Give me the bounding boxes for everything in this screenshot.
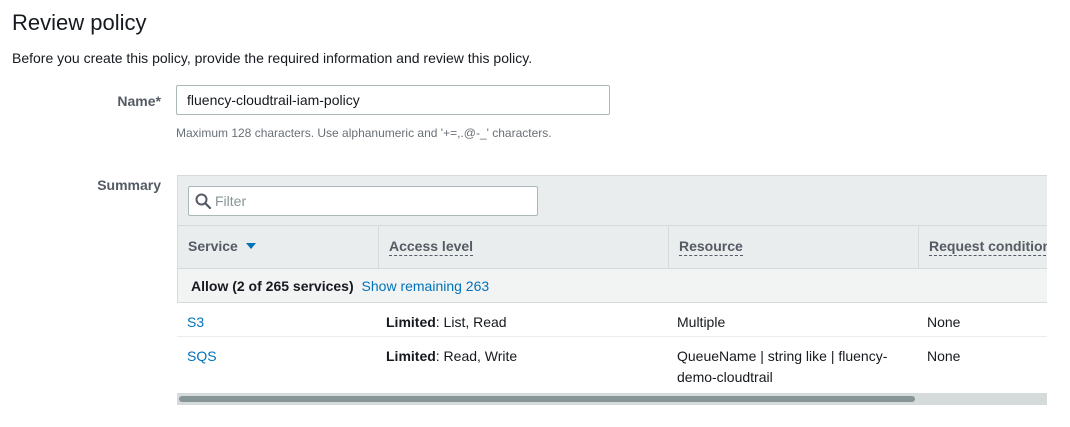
page-title: Review policy (12, 10, 147, 35)
column-label-access-level: Access level (389, 238, 474, 256)
access-level-type: Limited (386, 348, 436, 364)
column-label-service: Service (188, 238, 238, 254)
column-header-access-level[interactable]: Access level (378, 226, 668, 268)
column-header-resource[interactable]: Resource (668, 226, 918, 268)
table-row: S3 Limited: List, Read Multiple None (177, 303, 1047, 337)
table-row: SQS Limited: Read, Write QueueName | str… (177, 337, 1047, 393)
horizontal-scrollbar[interactable] (177, 393, 1047, 405)
service-link-sqs[interactable]: SQS (187, 346, 217, 367)
request-condition-cell: None (927, 348, 961, 364)
filter-input[interactable] (215, 187, 533, 215)
access-level-cell: Limited: List, Read (386, 312, 507, 333)
scrollbar-thumb[interactable] (179, 396, 916, 402)
access-level-cell: Limited: Read, Write (386, 346, 517, 367)
search-icon (195, 193, 211, 209)
allow-group-row: Allow (2 of 265 services) Show remaining… (177, 269, 1047, 303)
resource-cell: QueueName | string like | fluency-demo-c… (677, 348, 888, 385)
table-header: Service Access level Resource Request co… (177, 226, 1047, 269)
access-level-type: Limited (386, 314, 436, 330)
column-header-service[interactable]: Service (178, 226, 378, 268)
filter-box[interactable] (188, 186, 538, 216)
summary-table: Service Access level Resource Request co… (177, 175, 1047, 407)
policy-name-input[interactable] (176, 85, 610, 115)
service-link-s3[interactable]: S3 (187, 312, 204, 333)
summary-label: Summary (97, 177, 161, 193)
column-label-request-condition: Request condition (929, 238, 1047, 256)
allow-group-text: Allow (2 of 265 services) (191, 278, 354, 294)
access-level-detail: : Read, Write (435, 348, 518, 364)
name-hint: Maximum 128 characters. Use alphanumeric… (176, 126, 552, 140)
name-label: Name* (117, 93, 161, 109)
page-intro: Before you create this policy, provide t… (12, 50, 533, 66)
sort-down-icon (245, 243, 256, 250)
resource-cell: Multiple (677, 314, 726, 330)
column-header-request-condition[interactable]: Request condition (918, 226, 1047, 268)
request-condition-cell: None (927, 314, 961, 330)
show-remaining-link[interactable]: Show remaining 263 (362, 278, 490, 294)
access-level-detail: : List, Read (435, 314, 507, 330)
filter-bar (177, 175, 1047, 226)
column-label-resource: Resource (679, 238, 743, 256)
